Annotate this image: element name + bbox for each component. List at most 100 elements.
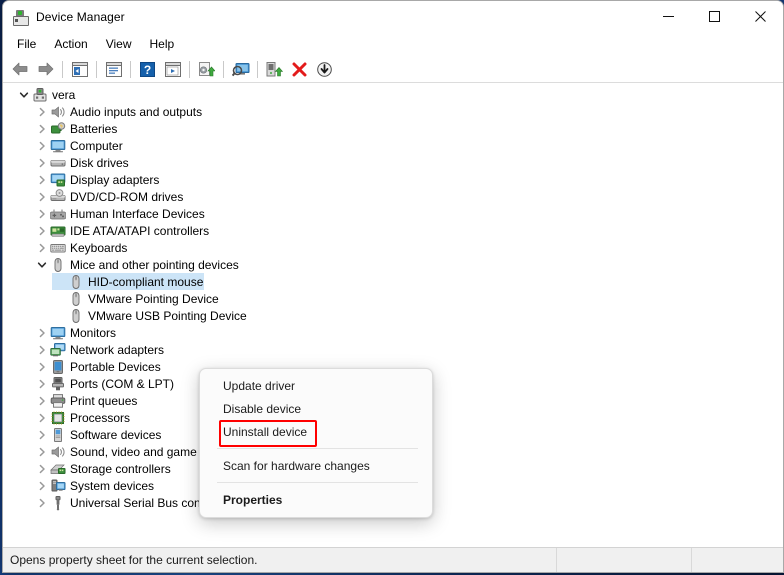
- chevron-right-icon[interactable]: [34, 460, 50, 477]
- scan-view-button[interactable]: [160, 57, 185, 81]
- processor-icon: [50, 410, 66, 426]
- tree-item[interactable]: Batteries: [8, 120, 780, 137]
- ctx-scan-hardware-changes[interactable]: Scan for hardware changes: [200, 454, 432, 477]
- close-button[interactable]: [737, 1, 783, 32]
- tree-item-label: DVD/CD-ROM drives: [70, 189, 184, 204]
- portable-device-icon: [50, 359, 66, 375]
- tree-item-label: Human Interface Devices: [70, 206, 205, 221]
- mouse-icon: [68, 274, 84, 290]
- title-bar: Device Manager: [3, 1, 783, 32]
- tree-item-label: Batteries: [70, 121, 118, 136]
- tree-item[interactable]: Network adapters: [8, 341, 780, 358]
- monitor-icon: [50, 138, 66, 154]
- chevron-right-icon[interactable]: [34, 341, 50, 358]
- chevron-right-icon[interactable]: [34, 205, 50, 222]
- tree-item-label: VMware USB Pointing Device: [88, 308, 247, 323]
- keyboard-icon: [50, 240, 66, 256]
- chevron-down-icon[interactable]: [34, 256, 50, 273]
- tree-item-label: VMware Pointing Device: [88, 291, 219, 306]
- toolbar-separator: [62, 60, 63, 78]
- tree-item[interactable]: HID-compliant mouse: [8, 273, 780, 290]
- tree-item-label: Disk drives: [70, 155, 129, 170]
- ctx-uninstall-device[interactable]: Uninstall device: [200, 420, 432, 443]
- uninstall-device-button[interactable]: [287, 57, 312, 81]
- chevron-right-icon[interactable]: [34, 171, 50, 188]
- tree-item[interactable]: Keyboards: [8, 239, 780, 256]
- menu-help[interactable]: Help: [141, 34, 184, 55]
- disk-drive-icon: [50, 155, 66, 171]
- storage-controller-icon: [50, 461, 66, 477]
- menu-separator: [217, 448, 418, 449]
- chevron-down-icon[interactable]: [16, 86, 32, 103]
- chevron-right-icon[interactable]: [34, 392, 50, 409]
- chevron-right-icon[interactable]: [34, 494, 50, 511]
- printer-icon: [50, 393, 66, 409]
- ctx-properties[interactable]: Properties: [200, 488, 432, 511]
- window-controls: [645, 1, 783, 32]
- tree-item-label: Portable Devices: [70, 359, 161, 374]
- port-icon: [50, 376, 66, 392]
- chevron-right-icon[interactable]: [34, 358, 50, 375]
- chevron-right-icon[interactable]: [34, 103, 50, 120]
- menu-file[interactable]: File: [8, 34, 45, 55]
- system-device-icon: [50, 478, 66, 494]
- tree-item[interactable]: IDE ATA/ATAPI controllers: [8, 222, 780, 239]
- chevron-right-icon[interactable]: [34, 409, 50, 426]
- chevron-right-icon[interactable]: [34, 477, 50, 494]
- status-pane-2: [557, 548, 692, 572]
- disable-device-button[interactable]: [312, 57, 337, 81]
- tree-item[interactable]: Mice and other pointing devices: [8, 256, 780, 273]
- console-tree-button[interactable]: [67, 57, 92, 81]
- forward-button[interactable]: [33, 57, 58, 81]
- toolbar-separator: [130, 60, 131, 78]
- properties-button[interactable]: [101, 57, 126, 81]
- enable-device-button[interactable]: [262, 57, 287, 81]
- tree-item-label: Computer: [70, 138, 123, 153]
- chevron-right-icon[interactable]: [34, 154, 50, 171]
- scan-hardware-changes-button[interactable]: [228, 57, 253, 81]
- context-menu: Update driver Disable device Uninstall dev…: [199, 368, 433, 518]
- chevron-right-icon[interactable]: [34, 120, 50, 137]
- tree-item-label: Monitors: [70, 325, 117, 340]
- chevron-right-icon[interactable]: [34, 324, 50, 341]
- minimize-button[interactable]: [645, 1, 691, 32]
- menu-action[interactable]: Action: [45, 34, 96, 55]
- tree-item[interactable]: VMware Pointing Device: [8, 290, 780, 307]
- chevron-right-icon[interactable]: [34, 222, 50, 239]
- speaker-icon: [50, 104, 66, 120]
- chevron-placeholder: [52, 290, 68, 307]
- back-button[interactable]: [8, 57, 33, 81]
- chevron-right-icon[interactable]: [34, 239, 50, 256]
- tree-item-label: Storage controllers: [70, 461, 171, 476]
- maximize-button[interactable]: [691, 1, 737, 32]
- tree-item[interactable]: Disk drives: [8, 154, 780, 171]
- ctx-update-driver[interactable]: Update driver: [200, 374, 432, 397]
- chevron-right-icon[interactable]: [34, 188, 50, 205]
- tree-item[interactable]: Human Interface Devices: [8, 205, 780, 222]
- speaker-icon: [50, 444, 66, 460]
- chevron-right-icon[interactable]: [34, 426, 50, 443]
- chevron-right-icon[interactable]: [34, 375, 50, 392]
- tree-item[interactable]: Monitors: [8, 324, 780, 341]
- chevron-right-icon[interactable]: [34, 137, 50, 154]
- menu-view[interactable]: View: [97, 34, 141, 55]
- update-driver-button[interactable]: [194, 57, 219, 81]
- optical-drive-icon: [50, 188, 66, 205]
- tree-item[interactable]: VMware USB Pointing Device: [8, 307, 780, 324]
- tree-item-label: Print queues: [70, 393, 138, 408]
- software-device-icon: [50, 427, 66, 443]
- usb-icon: [50, 495, 66, 511]
- display-adapter-icon: [50, 172, 66, 188]
- tree-item-label: vera: [52, 87, 76, 102]
- tree-item[interactable]: Audio inputs and outputs: [8, 103, 780, 120]
- chevron-right-icon[interactable]: [34, 443, 50, 460]
- tree-item-label: System devices: [70, 478, 155, 493]
- chevron-placeholder: [52, 307, 68, 324]
- tree-item-root[interactable]: vera: [8, 86, 780, 103]
- help-button[interactable]: ?: [135, 57, 160, 81]
- menu-item-label: Scan for hardware changes: [223, 458, 370, 473]
- ctx-disable-device[interactable]: Disable device: [200, 397, 432, 420]
- tree-item[interactable]: DVD/CD-ROM drives: [8, 188, 780, 205]
- tree-item[interactable]: Computer: [8, 137, 780, 154]
- tree-item[interactable]: Display adapters: [8, 171, 780, 188]
